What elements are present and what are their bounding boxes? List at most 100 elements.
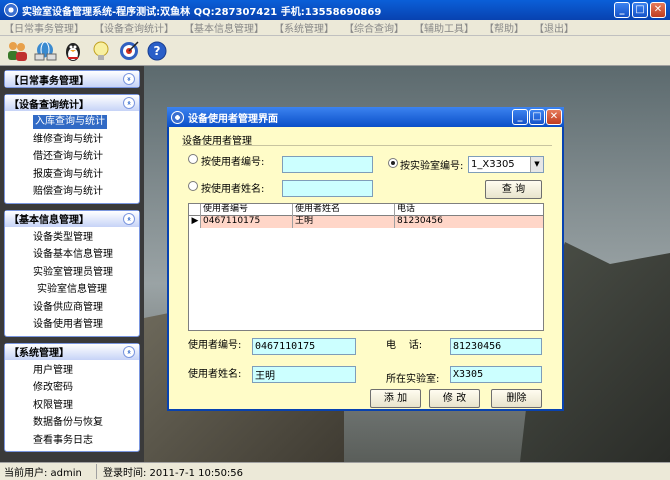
sidebar-item-borrow-query[interactable]: 借还查询与统计 xyxy=(33,148,139,166)
target-icon[interactable] xyxy=(116,38,141,63)
close-button[interactable]: ✕ xyxy=(650,2,666,18)
panel-title: 【基本信息管理】 xyxy=(9,215,89,226)
table-row[interactable]: ▶ 0467110175 王明 81230456 xyxy=(189,216,543,228)
panel-header[interactable]: 【系统管理】 « xyxy=(5,343,139,360)
by-user-name-label: 按使用者姓名: xyxy=(201,184,265,195)
menu-tools[interactable]: 【辅助工具】 xyxy=(414,20,474,35)
user-name-field[interactable] xyxy=(252,366,356,383)
dialog-title: 设备使用者管理界面 xyxy=(188,113,278,125)
maximize-button[interactable]: □ xyxy=(632,2,648,18)
sidebar-item-repair-query[interactable]: 维修查询与统计 xyxy=(33,131,139,149)
panel-header[interactable]: 【日常事务管理】 « xyxy=(5,71,139,87)
modify-button[interactable]: 修 改 xyxy=(429,389,480,408)
panel-title: 【设备查询统计】 xyxy=(9,99,89,111)
by-user-id-label: 按使用者编号: xyxy=(201,157,265,168)
dialog-title-bar: 设备使用者管理界面 _ □ ✕ xyxy=(167,107,564,127)
add-button[interactable]: 添 加 xyxy=(370,389,421,408)
panel-header[interactable]: 【基本信息管理】 « xyxy=(5,210,139,227)
panel-system: 【系统管理】 « 用户管理 修改密码 权限管理 数据备份与恢复 查看事务日志 xyxy=(4,342,140,452)
window-title: 实验室设备管理系统-程序测试:双鱼林 QQ:287307421 手机:13558… xyxy=(22,6,382,18)
by-lab-label: 按实验室编号: xyxy=(400,161,464,172)
sidebar-item-logs[interactable]: 查看事务日志 xyxy=(33,432,139,450)
sidebar-item-lab-admin[interactable]: 实验室管理员管理 xyxy=(33,264,139,282)
user-name-label: 使用者姓名: xyxy=(188,369,242,380)
panel-equipment-query: 【设备查询统计】 « 入库查询与统计 维修查询与统计 借还查询与统计 报废查询与… xyxy=(4,94,140,204)
status-bar: 当前用户: admin 登录时间: 2011-7-1 10:50:56 xyxy=(0,462,670,480)
chevron-up-icon[interactable]: « xyxy=(123,345,135,358)
cell-user-name[interactable]: 王明 xyxy=(293,216,395,228)
minimize-button[interactable]: _ xyxy=(614,2,630,18)
panel-daily-affairs: 【日常事务管理】 « xyxy=(4,70,140,88)
sidebar-item-supplier[interactable]: 设备供应商管理 xyxy=(33,299,139,317)
query-button[interactable]: 查 询 xyxy=(485,180,542,199)
panel-basic-info: 【基本信息管理】 « 设备类型管理 设备基本信息管理 实验室管理员管理 实验室信… xyxy=(4,209,140,337)
delete-button[interactable]: 删除 xyxy=(491,389,542,408)
menu-general-query[interactable]: 【综合查询】 xyxy=(344,20,404,35)
help-icon[interactable]: ? xyxy=(144,38,169,63)
user-id-field[interactable] xyxy=(252,338,356,355)
table-header-indicator xyxy=(189,204,201,216)
cell-user-id[interactable]: 0467110175 xyxy=(201,216,293,228)
row-indicator-icon: ▶ xyxy=(189,216,201,228)
window-controls: _ □ ✕ xyxy=(614,2,666,18)
column-header-phone[interactable]: 电话 xyxy=(395,204,543,216)
sidebar-item-scrap-query[interactable]: 报废查询与统计 xyxy=(33,166,139,184)
user-table: 使用者编号 使用者姓名 电话 ▶ 0467110175 王明 81230456 xyxy=(188,203,544,331)
toolbar: ? xyxy=(0,36,670,66)
dialog-app-icon xyxy=(171,110,184,124)
menu-help[interactable]: 【帮助】 xyxy=(484,20,524,35)
dialog-close-button[interactable]: ✕ xyxy=(546,109,562,125)
sidebar-item-equipment-info[interactable]: 设备基本信息管理 xyxy=(33,246,139,264)
phone-label: 电 话: xyxy=(386,340,423,351)
radio-by-lab[interactable] xyxy=(388,158,398,168)
column-header-user-id[interactable]: 使用者编号 xyxy=(201,204,293,216)
menu-bar: 【日常事务管理】 【设备查询统计】 【基本信息管理】 【系统管理】 【综合查询】… xyxy=(0,20,670,36)
lab-field[interactable] xyxy=(450,366,542,383)
search-user-id-input[interactable] xyxy=(282,156,373,173)
app-icon xyxy=(4,3,18,17)
qq-penguin-icon[interactable] xyxy=(60,38,85,63)
radio-by-user-name[interactable] xyxy=(188,181,198,191)
sidebar-item-change-password[interactable]: 修改密码 xyxy=(33,379,139,397)
svg-text:?: ? xyxy=(153,44,160,58)
chevron-down-icon[interactable]: « xyxy=(123,73,135,85)
sidebar-item-compensation-query[interactable]: 赔偿查询与统计 xyxy=(33,183,139,201)
menu-basic-info[interactable]: 【基本信息管理】 xyxy=(184,20,264,35)
dialog-maximize-button[interactable]: □ xyxy=(529,109,545,125)
sidebar-item-equipment-type[interactable]: 设备类型管理 xyxy=(33,229,139,247)
panel-title: 【日常事务管理】 xyxy=(9,75,89,87)
sidebar-item-backup[interactable]: 数据备份与恢复 xyxy=(33,414,139,432)
lab-select-value: 1_X3305 xyxy=(471,159,515,170)
menu-equipment-query[interactable]: 【设备查询统计】 xyxy=(94,20,174,35)
radio-by-user-id[interactable] xyxy=(188,154,198,164)
lab-label: 所在实验室: xyxy=(386,374,440,385)
menu-system[interactable]: 【系统管理】 xyxy=(274,20,334,35)
dialog-minimize-button[interactable]: _ xyxy=(512,109,528,125)
lab-select[interactable]: 1_X3305 ▼ xyxy=(468,156,544,173)
chevron-up-icon[interactable]: « xyxy=(123,97,135,109)
network-icon[interactable] xyxy=(32,38,57,63)
column-header-user-name[interactable]: 使用者姓名 xyxy=(293,204,395,216)
menu-daily-affairs[interactable]: 【日常事务管理】 xyxy=(4,20,84,35)
users-icon[interactable] xyxy=(4,38,29,63)
phone-field[interactable] xyxy=(450,338,542,355)
group-divider xyxy=(182,145,552,146)
sidebar-item-lab-info[interactable]: 实验室信息管理 xyxy=(33,281,139,299)
chevron-up-icon[interactable]: « xyxy=(123,212,135,225)
table-header: 使用者编号 使用者姓名 电话 xyxy=(189,204,543,216)
cell-phone[interactable]: 81230456 xyxy=(395,216,543,228)
status-current-user: 当前用户: admin xyxy=(4,468,82,479)
sidebar: 【日常事务管理】 « 【设备查询统计】 « 入库查询与统计 维修查询与统计 借还… xyxy=(0,66,144,462)
panel-header[interactable]: 【设备查询统计】 « xyxy=(5,95,139,111)
menu-exit[interactable]: 【退出】 xyxy=(534,20,574,35)
user-management-dialog: 设备使用者管理界面 _ □ ✕ 设备使用者管理 按使用者编号: 按实验室编号: … xyxy=(167,107,564,411)
search-user-name-input[interactable] xyxy=(282,180,373,197)
sidebar-item-equipment-user[interactable]: 设备使用者管理 xyxy=(33,316,139,334)
user-id-label: 使用者编号: xyxy=(188,340,242,351)
chevron-down-icon[interactable]: ▼ xyxy=(530,157,543,172)
lightbulb-icon[interactable] xyxy=(88,38,113,63)
sidebar-item-user-manage[interactable]: 用户管理 xyxy=(33,362,139,380)
sidebar-item-permissions[interactable]: 权限管理 xyxy=(33,397,139,415)
dialog-window-controls: _ □ ✕ xyxy=(512,109,562,125)
sidebar-item-stock-in-query[interactable]: 入库查询与统计 xyxy=(33,115,107,129)
